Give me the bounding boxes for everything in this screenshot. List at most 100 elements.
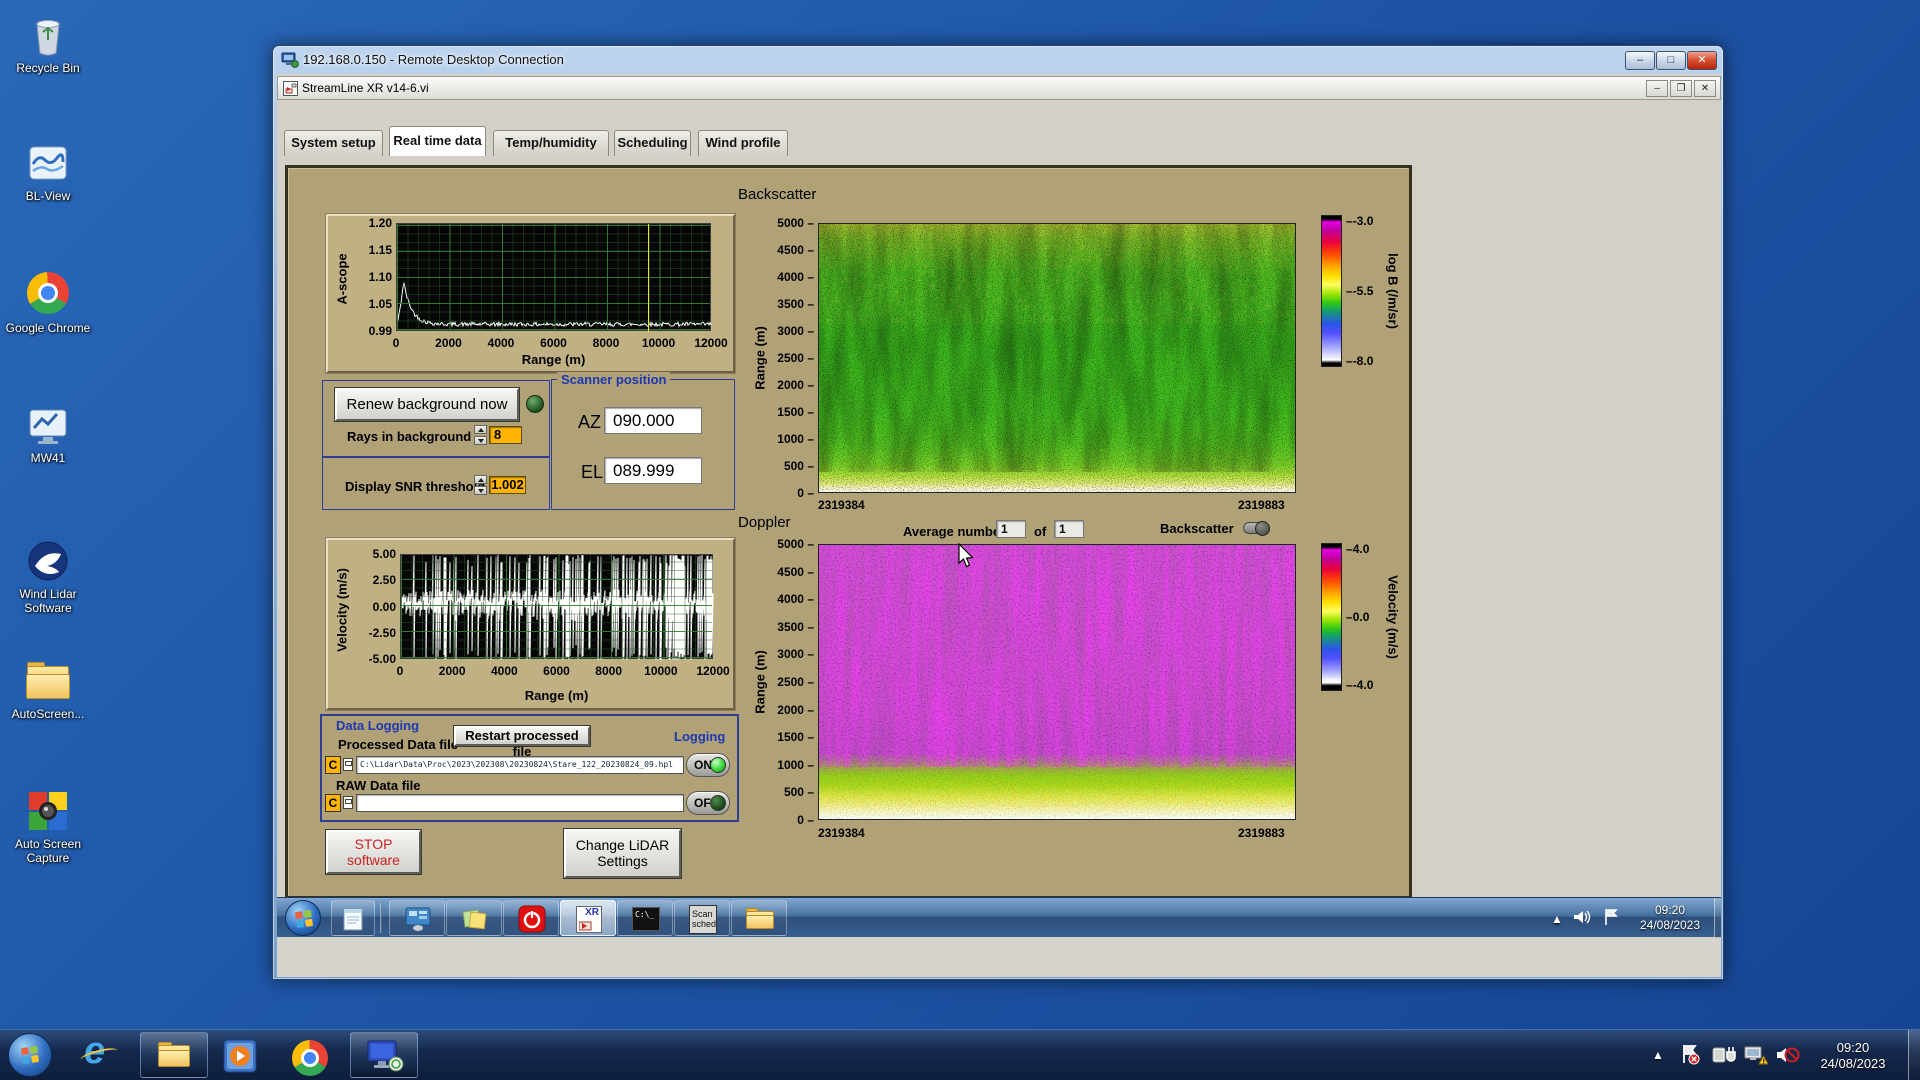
tab-wind-profile[interactable]: Wind profile: [698, 130, 788, 156]
el-label: EL: [581, 462, 604, 482]
raw-drive-button[interactable]: C: [325, 794, 341, 812]
host-clock-time: 09:20: [1836, 1040, 1870, 1055]
backscatter-toggle[interactable]: [1243, 521, 1270, 536]
tick-label: 12000: [694, 336, 728, 350]
desktop-icon-bl-view[interactable]: BL-View: [2, 140, 94, 203]
app-titlebar[interactable]: StreamLine XR v14-6.vi – ❐ ✕: [277, 76, 1721, 100]
host-taskbar-rdp[interactable]: [350, 1032, 418, 1078]
doppler-colorbar-ticks: 4.0 0.0 -4.0: [1346, 542, 1388, 692]
doppler-x-start: 2319384: [818, 826, 865, 840]
app-close-button[interactable]: ✕: [1694, 80, 1716, 97]
remote-show-desktop[interactable]: [1714, 898, 1721, 938]
ascope-x-ticks: 0 2000 4000 6000 8000 10000 12000: [392, 336, 728, 350]
host-tray-battery-icon[interactable]: [1712, 1045, 1736, 1065]
stop-line1: STOP: [354, 836, 393, 852]
rdp-close-button[interactable]: ✕: [1687, 51, 1717, 70]
doppler-colorbar-label: Velocity (m/s): [1385, 575, 1401, 659]
stop-software-button[interactable]: STOP software: [326, 830, 421, 874]
backscatter-title: Backscatter: [738, 186, 817, 203]
snr-value-field[interactable]: 1.002: [489, 476, 526, 494]
logging-label: Logging: [674, 729, 726, 744]
doppler-colorbar: [1321, 543, 1342, 691]
host-tray-volume-muted-icon[interactable]: [1776, 1044, 1800, 1066]
desktop-icon-wind-lidar[interactable]: Wind Lidar Software: [2, 538, 94, 615]
remote-taskbar-stop-app[interactable]: [503, 900, 559, 936]
desktop-icon-recycle-bin[interactable]: Recycle Bin: [2, 12, 94, 75]
tab-system-setup[interactable]: System setup: [284, 130, 383, 156]
el-value-field[interactable]: 089.999: [604, 457, 702, 484]
taskbar-separator: [380, 903, 382, 933]
tick-label: 0: [392, 336, 400, 350]
logging-on-toggle[interactable]: ON: [686, 753, 730, 777]
host-taskbar-explorer[interactable]: [140, 1032, 208, 1078]
remote-tray-expand-arrow[interactable]: ▲: [1549, 912, 1565, 927]
processed-path-field[interactable]: C:\Lidar\Data\Proc\2023\202308\20230824\…: [356, 756, 684, 774]
logging-off-toggle[interactable]: OFF: [686, 791, 730, 815]
renew-background-button[interactable]: Renew background now: [335, 388, 519, 421]
ascope-cursor-line[interactable]: [648, 224, 649, 332]
host-tray-network-icon[interactable]: [1744, 1045, 1768, 1065]
desktop-icon-autoscreen[interactable]: AutoScreen...: [2, 658, 94, 721]
average-total-field[interactable]: 1: [1054, 520, 1084, 538]
tab-real-time-data[interactable]: Real time data: [389, 126, 486, 156]
backscatter-heatmap: [818, 223, 1296, 493]
remote-taskbar-notepad[interactable]: [331, 900, 375, 936]
host-tray-clock[interactable]: 09:20 24/08/2023: [1806, 1040, 1900, 1072]
host-tray-action-center-icon[interactable]: [1680, 1044, 1700, 1066]
remote-taskbar-system-app[interactable]: [389, 900, 445, 936]
mouse-cursor: [958, 543, 974, 568]
desktop-icon-auto-screen-capture[interactable]: Auto Screen Capture: [2, 788, 94, 865]
snr-spinner[interactable]: [474, 475, 487, 495]
velocity-x-axis-label: Range (m): [524, 688, 589, 703]
rdp-titlebar[interactable]: 192.168.0.150 - Remote Desktop Connectio…: [273, 46, 1723, 74]
host-taskbar-chrome[interactable]: [292, 1040, 330, 1078]
raw-browse-icon[interactable]: [343, 796, 353, 809]
processed-data-file-label: Processed Data file: [338, 737, 458, 752]
renew-background-led: [526, 395, 544, 413]
off-lamp: [710, 795, 726, 811]
app-restore-button[interactable]: ❐: [1670, 80, 1692, 97]
rdp-window-title: 192.168.0.150 - Remote Desktop Connectio…: [303, 52, 564, 67]
rdp-window: 192.168.0.150 - Remote Desktop Connectio…: [272, 45, 1724, 980]
host-start-button[interactable]: [8, 1033, 52, 1077]
restart-processed-file-button[interactable]: Restart processed file: [454, 726, 590, 759]
remote-taskbar-streamline-xr[interactable]: XR: [560, 900, 616, 936]
tick-label: 4.0: [1346, 542, 1388, 556]
tab-temp-humidity[interactable]: Temp/humidity: [493, 130, 609, 156]
rays-spinner[interactable]: [474, 425, 487, 445]
desktop-icon-label: Auto Screen Capture: [14, 837, 82, 865]
average-number-field[interactable]: 1: [996, 520, 1026, 538]
raw-path-field[interactable]: [356, 794, 684, 812]
rays-value-field[interactable]: 8: [489, 426, 522, 444]
desktop-icon-label: AutoScreen...: [11, 707, 85, 721]
az-label: AZ: [578, 412, 602, 432]
tab-scheduling[interactable]: Scheduling: [614, 130, 691, 156]
az-value-field[interactable]: 090.000: [604, 407, 702, 434]
processed-drive-button[interactable]: C: [325, 756, 341, 774]
remote-taskbar-scan-sched[interactable]: Scan sched: [674, 900, 730, 936]
remote-taskbar-cmd[interactable]: C:\_: [617, 900, 673, 936]
remote-tray-speaker-icon[interactable]: [1573, 909, 1591, 925]
host-taskbar-ie[interactable]: e: [78, 1030, 122, 1076]
remote-taskbar-explorer[interactable]: [731, 900, 787, 936]
background-controls-box: Renew background now Rays in background …: [322, 380, 550, 457]
remote-tray-flag-icon[interactable]: [1603, 908, 1619, 926]
tick-label: 1.10: [368, 270, 392, 284]
desktop-icon-google-chrome[interactable]: Google Chrome: [2, 270, 94, 335]
desktop-icon-mw41[interactable]: MW41: [2, 402, 94, 465]
wind-lidar-icon: [25, 538, 71, 584]
processed-browse-icon[interactable]: [343, 758, 353, 771]
remote-tray-clock[interactable]: 09:20 24/08/2023: [1629, 903, 1711, 933]
app-minimize-button[interactable]: –: [1646, 80, 1668, 97]
change-lidar-settings-button[interactable]: Change LiDAR Settings: [564, 829, 681, 878]
rdp-minimize-button[interactable]: –: [1625, 51, 1655, 70]
tick-label: 6000: [543, 664, 570, 678]
remote-start-button[interactable]: [285, 900, 321, 936]
host-taskbar-wmp[interactable]: [222, 1038, 262, 1074]
tab-label: System setup: [291, 135, 376, 150]
host-show-desktop[interactable]: [1908, 1030, 1920, 1080]
ascope-x-axis-label: Range (m): [521, 352, 586, 367]
rdp-maximize-button[interactable]: □: [1656, 51, 1686, 70]
host-tray-expand-arrow[interactable]: ▲: [1650, 1048, 1666, 1063]
remote-taskbar-sticky-notes[interactable]: [446, 900, 502, 936]
